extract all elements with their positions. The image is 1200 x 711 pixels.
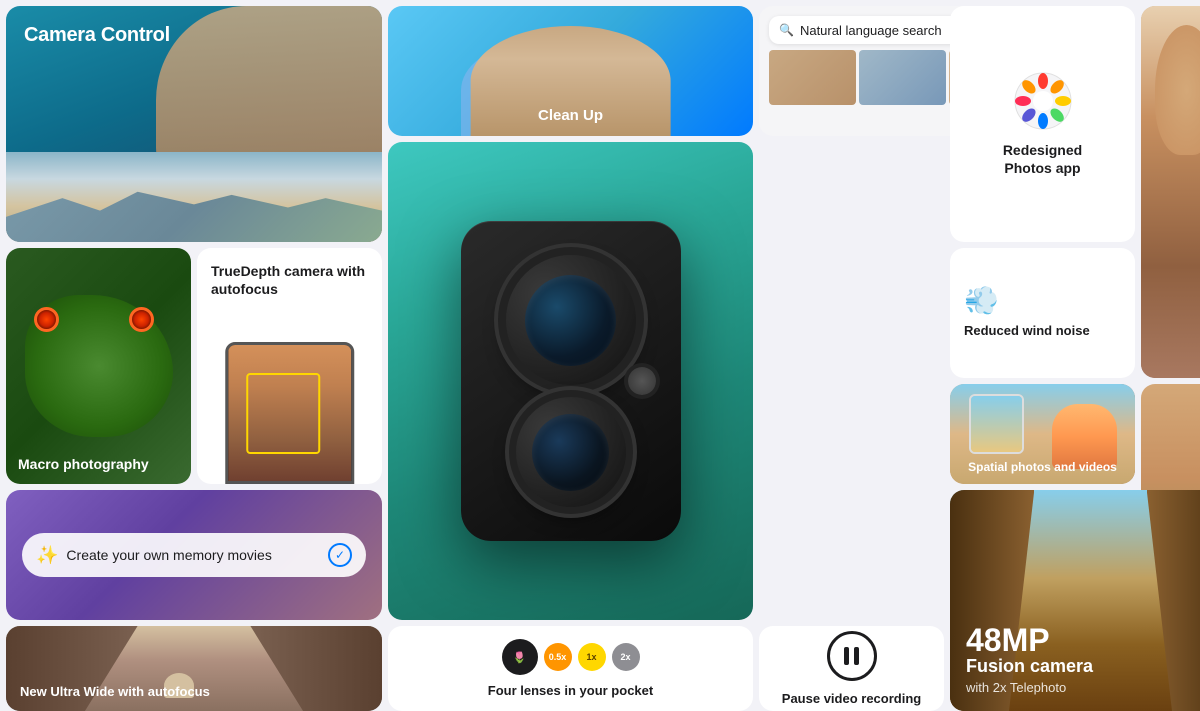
sparkle-icon: ✨ xyxy=(36,545,58,566)
memory-input-text: Create your own memory movies xyxy=(66,547,320,563)
main-camera-cell xyxy=(388,142,753,620)
memory-input-area[interactable]: ✨ Create your own memory movies ✓ xyxy=(22,533,366,577)
macro-lens-icon: 🌷 xyxy=(502,639,538,675)
landscape-bg xyxy=(6,152,382,242)
portrait-cell xyxy=(1141,6,1200,378)
photos-app-label: Redesigned Photos app xyxy=(1003,141,1082,177)
pause-button[interactable] xyxy=(827,631,877,681)
fusion-label: 48MP Fusion camera with 2x Telephoto xyxy=(966,624,1200,695)
fusion-mp: 48MP xyxy=(966,624,1200,656)
rock-right xyxy=(250,626,382,711)
secondary-lens xyxy=(516,397,626,507)
clean-up-cell: Clean Up xyxy=(388,6,753,136)
photo-thumbnail xyxy=(769,50,856,105)
search-icon: 🔍 xyxy=(779,23,794,37)
fusion-sub: with 2x Telephoto xyxy=(966,680,1200,695)
phone-screen-content xyxy=(228,345,352,481)
clean-up-label: Clean Up xyxy=(538,107,603,124)
main-lens xyxy=(506,255,636,385)
phone-screen xyxy=(225,342,355,484)
spatial-cell: Spatial photos and videos xyxy=(950,384,1135,484)
wind-noise-label: Reduced wind noise xyxy=(964,323,1090,340)
spatial-phone xyxy=(969,394,1025,454)
four-lenses-cell: 🌷 0.5x 1x 2x Four lenses in your pocket xyxy=(388,626,753,711)
ultrawide-lens-icon: 0.5x xyxy=(544,643,572,671)
wind-noise-cell: 💨 Reduced wind noise xyxy=(950,248,1135,378)
camera-control-title: Camera Control xyxy=(24,24,170,47)
truedepth-label: TrueDepth camera with autofocus xyxy=(211,262,368,298)
photos-app-icon xyxy=(1013,71,1073,131)
macro-label: Macro photography xyxy=(18,456,149,472)
pause-video-cell: Pause video recording xyxy=(759,626,944,711)
ultrawide-cell: New Ultra Wide with autofocus xyxy=(6,626,382,711)
lens-icons: 🌷 0.5x 1x 2x xyxy=(502,639,640,675)
memory-check-button[interactable]: ✓ xyxy=(328,543,352,567)
spatial-phone-screen xyxy=(971,396,1023,452)
pause-bar-right xyxy=(854,647,859,665)
macro-cell: Macro photography xyxy=(6,248,191,484)
face-detection-box xyxy=(246,373,320,454)
mountain xyxy=(6,179,382,242)
four-lenses-label: Four lenses in your pocket xyxy=(488,683,653,698)
main-grid: Camera Control Clean Up 🔍 Natural langua… xyxy=(0,0,1200,675)
pause-bar-left xyxy=(844,647,849,665)
truedepth-cell: TrueDepth camera with autofocus xyxy=(197,248,382,484)
frog-eye-right xyxy=(129,307,154,332)
flash-unit xyxy=(628,367,656,395)
spatial-label: Spatial photos and videos xyxy=(960,460,1125,474)
pause-video-label: Pause video recording xyxy=(782,691,921,706)
fusion-camera-cell: 48MP Fusion camera with 2x Telephoto xyxy=(950,490,1200,711)
ultrawide-label: New Ultra Wide with autofocus xyxy=(20,684,210,699)
portrait-person xyxy=(1141,6,1200,378)
wide-lens-icon: 1x xyxy=(578,643,606,671)
photos-app-cell: Redesigned Photos app xyxy=(950,6,1135,242)
tele-lens-icon: 2x xyxy=(612,643,640,671)
pause-bars xyxy=(844,647,859,665)
frog-eye-left xyxy=(34,307,59,332)
wind-icon: 💨 xyxy=(964,287,999,315)
memory-cell: ✨ Create your own memory movies ✓ xyxy=(6,490,382,620)
camera-module xyxy=(461,221,681,541)
camera-control-cell: Camera Control xyxy=(6,6,382,242)
photo-thumbnail xyxy=(859,50,946,105)
